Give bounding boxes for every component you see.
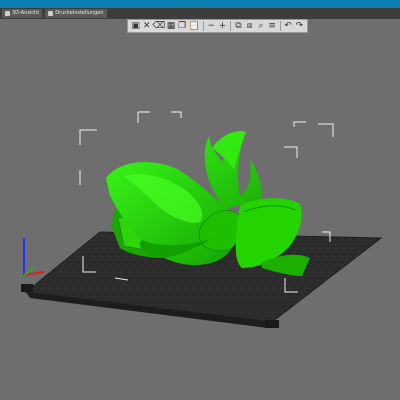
top-toolbar: ▣ ✕ ⌫ ▦ ❐ 📋 − + ⧉ ⧈ ⌕ ≡ ↶ ↷: [127, 19, 308, 33]
sliders-icon: [48, 11, 54, 16]
add-instance-icon[interactable]: +: [218, 21, 227, 31]
search-icon[interactable]: ⌕: [256, 21, 265, 31]
tab-label: 3D-Ansicht: [12, 10, 40, 16]
tab-bar: 3D-Ansicht Druckeinstellungen: [0, 8, 400, 19]
toolbar-separator: [279, 21, 281, 31]
viewport-canvas[interactable]: [0, 33, 400, 400]
3d-viewport[interactable]: [0, 33, 400, 400]
bed-foot-left: [21, 284, 33, 292]
tab-3d-view[interactable]: 3D-Ansicht: [2, 9, 43, 18]
redo-icon[interactable]: ↷: [295, 21, 304, 31]
split-objects-icon[interactable]: ⧉: [234, 21, 243, 31]
copy-icon[interactable]: ❐: [178, 21, 187, 31]
remove-instance-icon[interactable]: −: [207, 21, 216, 31]
bed-foot-right: [265, 320, 279, 328]
arrange-icon[interactable]: ▦: [166, 21, 176, 31]
paste-icon[interactable]: 📋: [189, 21, 200, 31]
tab-print-settings[interactable]: Druckeinstellungen: [45, 9, 107, 18]
undo-icon[interactable]: ↶: [284, 21, 293, 31]
window-title-bar: [0, 0, 400, 8]
layers-icon[interactable]: ≡: [268, 21, 277, 31]
split-parts-icon[interactable]: ⧈: [245, 21, 254, 31]
green-saddle-model[interactable]: [106, 130, 310, 276]
tab-label: Druckeinstellungen: [55, 10, 104, 16]
add-icon[interactable]: ▣: [131, 21, 140, 31]
cube-icon: [5, 11, 10, 16]
toolbar-separator: [230, 21, 231, 31]
delete-icon[interactable]: ✕: [142, 21, 151, 31]
delete-all-icon[interactable]: ⌫: [153, 21, 166, 31]
toolbar-separator: [202, 21, 204, 31]
